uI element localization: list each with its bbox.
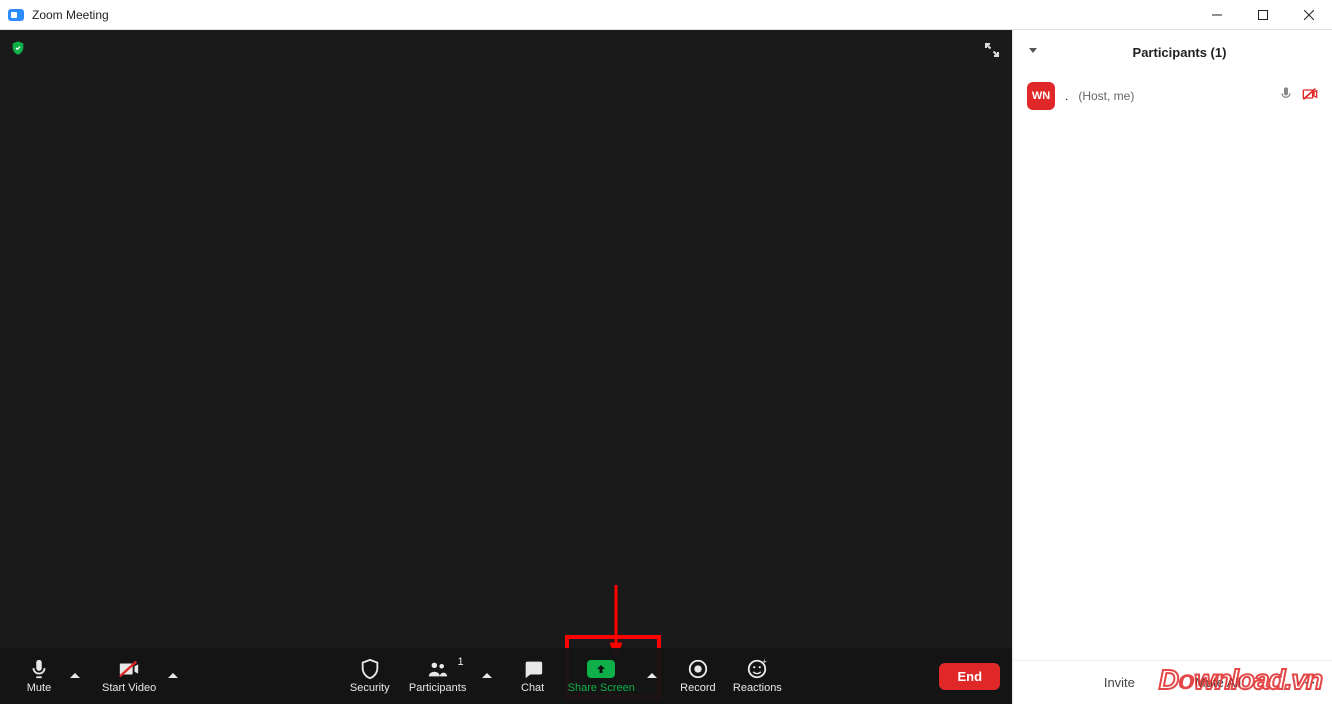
share-screen-label: Share Screen — [568, 682, 635, 694]
participants-panel-footer: Invite Mute All ··· — [1013, 660, 1332, 704]
participant-status — [1278, 86, 1318, 107]
chat-label: Chat — [521, 682, 544, 694]
security-button[interactable]: Security — [342, 654, 398, 698]
video-area: Mute Start Video Security 1 Pa — [0, 30, 1012, 704]
record-icon — [687, 658, 709, 680]
video-options-caret[interactable] — [164, 656, 182, 696]
participants-panel-header: Participants (1) — [1013, 30, 1332, 74]
start-video-button[interactable]: Start Video — [94, 654, 164, 698]
participants-button[interactable]: 1 Participants — [398, 654, 478, 698]
participants-panel: Participants (1) WN . (Host, me) Invite … — [1012, 30, 1332, 704]
participants-options-caret[interactable] — [478, 656, 496, 696]
video-off-icon — [118, 658, 140, 680]
minimize-button[interactable] — [1194, 0, 1240, 30]
participant-role: (Host, me) — [1078, 89, 1134, 103]
mute-options-caret[interactable] — [66, 656, 84, 696]
participant-row[interactable]: WN . (Host, me) — [1013, 74, 1332, 118]
participants-label: Participants — [409, 682, 466, 694]
mute-all-button[interactable]: Mute All — [1195, 675, 1241, 690]
participants-count: 1 — [458, 656, 464, 668]
share-screen-button[interactable]: Share Screen — [560, 654, 643, 698]
video-off-status-icon — [1302, 86, 1318, 107]
participant-name: . — [1065, 89, 1068, 103]
shield-icon — [359, 658, 381, 680]
participants-icon — [427, 658, 449, 680]
chat-icon — [522, 658, 544, 680]
window-controls — [1194, 0, 1332, 30]
panel-collapse-chevron[interactable] — [1027, 43, 1041, 61]
main-area: Mute Start Video Security 1 Pa — [0, 30, 1332, 704]
record-label: Record — [680, 682, 715, 694]
window-title: Zoom Meeting — [32, 8, 109, 22]
share-screen-icon — [587, 660, 615, 678]
end-button[interactable]: End — [939, 663, 1000, 690]
fullscreen-button[interactable] — [980, 38, 1004, 62]
reactions-label: Reactions — [733, 682, 782, 694]
invite-button[interactable]: Invite — [1104, 675, 1135, 690]
start-video-label: Start Video — [102, 682, 156, 694]
panel-more-button[interactable]: ··· — [1296, 674, 1318, 692]
encryption-shield-icon[interactable] — [8, 38, 28, 58]
reactions-icon: + — [746, 658, 768, 680]
chat-button[interactable]: Chat — [506, 654, 560, 698]
meeting-toolbar: Mute Start Video Security 1 Pa — [0, 648, 1012, 704]
mic-status-icon — [1278, 86, 1294, 107]
titlebar: Zoom Meeting — [0, 0, 1332, 30]
maximize-button[interactable] — [1240, 0, 1286, 30]
close-button[interactable] — [1286, 0, 1332, 30]
participants-panel-title: Participants (1) — [1041, 45, 1318, 60]
zoom-app-icon — [8, 9, 24, 21]
share-options-caret[interactable] — [643, 656, 661, 696]
microphone-icon — [28, 658, 50, 680]
security-label: Security — [350, 682, 390, 694]
record-button[interactable]: Record — [671, 654, 725, 698]
mute-button[interactable]: Mute — [12, 654, 66, 698]
svg-text:+: + — [763, 658, 767, 666]
avatar: WN — [1027, 82, 1055, 110]
mute-label: Mute — [27, 682, 51, 694]
reactions-button[interactable]: + Reactions — [725, 654, 790, 698]
end-label: End — [957, 669, 982, 684]
